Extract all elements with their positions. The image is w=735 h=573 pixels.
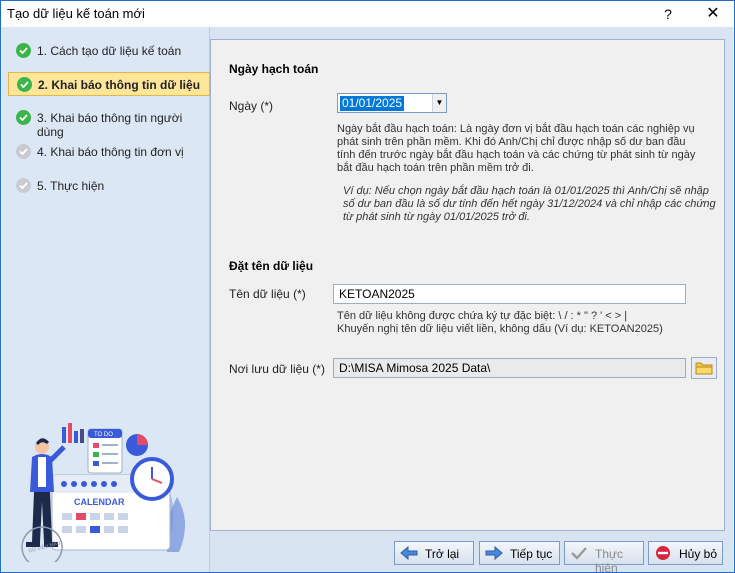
- browse-folder-button[interactable]: [691, 357, 717, 379]
- location-label: Nơi lưu dữ liệu (*): [229, 362, 325, 376]
- step-label: 4. Khai báo thông tin đơn vị: [37, 145, 184, 159]
- wizard-sidebar: 1. Cách tạo dữ liệu kế toán 2. Khai báo …: [2, 27, 210, 572]
- folder-icon: [695, 362, 713, 375]
- calendar-text: CALENDAR: [74, 497, 125, 507]
- step-label: 2. Khai báo thông tin dữ liệu: [38, 78, 201, 92]
- check-circle-icon: [16, 178, 31, 193]
- step-label: 3. Khai báo thông tin người dùng: [37, 111, 183, 139]
- date-picker[interactable]: 01/01/2025 ▼: [337, 93, 447, 113]
- step-2[interactable]: 2. Khai báo thông tin dữ liệu: [8, 72, 210, 96]
- checkmark-icon: [571, 547, 587, 560]
- check-circle-icon: [16, 110, 31, 125]
- step-4[interactable]: 4. Khai báo thông tin đơn vị: [8, 140, 210, 164]
- date-example: Ví dụ: Nếu chọn ngày bắt đầu hạch toán l…: [343, 185, 716, 223]
- execute-button[interactable]: Thực hiện: [564, 541, 644, 573]
- date-label: Ngày (*): [229, 99, 274, 113]
- data-name-hint: Tên dữ liệu không được chứa ký tự đặc bi…: [337, 310, 663, 335]
- check-circle-icon: [17, 77, 32, 92]
- dialog-window: Tạo dữ liệu kế toán mới ? ✕ 1. Cách tạo …: [0, 0, 735, 573]
- calendar-illustration: TO DO CALENDAR DỮ LIỆU MẪU: [21, 423, 186, 562]
- step-label: 1. Cách tạo dữ liệu kế toán: [37, 44, 182, 58]
- step-label: 5. Thực hiện: [37, 179, 105, 193]
- cancel-icon: [656, 546, 670, 560]
- check-circle-icon: [16, 43, 31, 58]
- arrow-left-icon: [400, 545, 418, 561]
- cancel-button[interactable]: Hủy bỏ: [648, 541, 723, 565]
- section-title-data-name: Đặt tên dữ liệu: [229, 259, 314, 273]
- step-1[interactable]: 1. Cách tạo dữ liệu kế toán: [8, 39, 210, 63]
- arrow-right-icon: [485, 545, 503, 561]
- check-circle-icon: [16, 144, 31, 159]
- back-button[interactable]: Trở lại: [394, 541, 474, 565]
- main-panel: Ngày hạch toán Ngày (*) 01/01/2025 ▼ Ngà…: [210, 39, 725, 531]
- next-button[interactable]: Tiếp tục: [479, 541, 560, 565]
- chevron-down-icon[interactable]: ▼: [432, 94, 446, 112]
- section-title-accounting-date: Ngày hạch toán: [229, 62, 319, 76]
- todo-text: TO DO: [94, 432, 113, 438]
- step-5[interactable]: 5. Thực hiện: [8, 174, 210, 198]
- step-3[interactable]: 3. Khai báo thông tin người dùng: [8, 106, 210, 139]
- dialog-body: 1. Cách tạo dữ liệu kế toán 2. Khai báo …: [2, 27, 733, 573]
- location-input[interactable]: D:\MISA Mimosa 2025 Data\: [333, 358, 686, 378]
- window-title: Tạo dữ liệu kế toán mới: [7, 6, 145, 21]
- data-name-input[interactable]: KETOAN2025: [333, 284, 686, 304]
- close-button[interactable]: ✕: [701, 3, 725, 25]
- title-bar: Tạo dữ liệu kế toán mới ? ✕: [1, 1, 734, 27]
- date-value: 01/01/2025: [340, 96, 405, 111]
- data-name-label: Tên dữ liệu (*): [229, 287, 306, 301]
- date-description: Ngày bắt đầu hạch toán: Là ngày đơn vị b…: [337, 123, 696, 174]
- help-button[interactable]: ?: [657, 3, 679, 25]
